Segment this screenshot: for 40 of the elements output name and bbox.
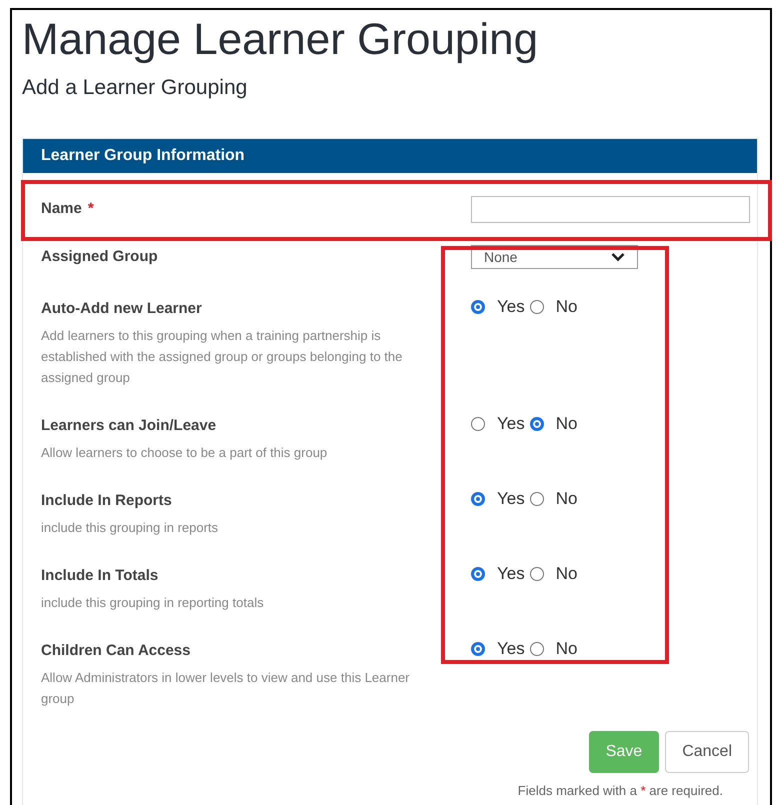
field-description: Allow Administrators in lower levels to view and use this Learner group: [41, 669, 411, 708]
radio-label: Yes: [497, 564, 525, 584]
radio-button[interactable]: [471, 300, 485, 314]
field-label: Include In Totals: [41, 566, 158, 586]
radio-button[interactable]: [471, 567, 485, 581]
field-label: Name *: [41, 199, 94, 219]
radio-label: Yes: [497, 414, 525, 434]
radio-button[interactable]: [530, 567, 544, 581]
radio-button[interactable]: [471, 642, 485, 656]
radio-label: No: [556, 297, 578, 317]
required-fields-note: Fields marked with a * are required.: [518, 783, 723, 799]
field-description: include this grouping in reporting totals: [41, 594, 265, 612]
field-label: Children Can Access: [41, 641, 190, 661]
radio-label: No: [556, 489, 578, 509]
page-subtitle: Add a Learner Grouping: [22, 75, 248, 101]
field-description: include this grouping in reports: [41, 519, 220, 537]
field-label: Auto-Add new Learner: [41, 299, 202, 319]
page-title: Manage Learner Grouping: [22, 14, 538, 66]
radio-label: No: [556, 564, 578, 584]
radio-label: No: [556, 414, 578, 434]
section-title: Learner Group Information: [41, 146, 245, 166]
name-input-field[interactable]: [471, 196, 750, 222]
field-description: Allow learners to choose to be a part of this group: [41, 444, 328, 462]
field-description: Add learners to this grouping when a training partnership is established with the assigned group or groups belonging to the assigned group: [41, 327, 404, 387]
radio-label: Yes: [497, 639, 525, 659]
radio-button[interactable]: [530, 417, 544, 431]
radio-label: Yes: [497, 297, 525, 317]
field-label: Assigned Group: [41, 247, 158, 267]
cancel-button[interactable]: Cancel: [665, 731, 749, 773]
group-dropdown[interactable]: None: [471, 245, 638, 269]
chevron-down-icon: [611, 252, 625, 262]
radio-button[interactable]: [471, 492, 485, 506]
radio-button[interactable]: [530, 492, 544, 506]
radio-button[interactable]: [530, 642, 544, 656]
radio-button[interactable]: [471, 417, 485, 431]
radio-button[interactable]: [530, 300, 544, 314]
field-label: Learners can Join/Leave: [41, 416, 216, 436]
field-label: Include In Reports: [41, 491, 172, 511]
radio-label: Yes: [497, 489, 525, 509]
radio-label: No: [556, 639, 578, 659]
